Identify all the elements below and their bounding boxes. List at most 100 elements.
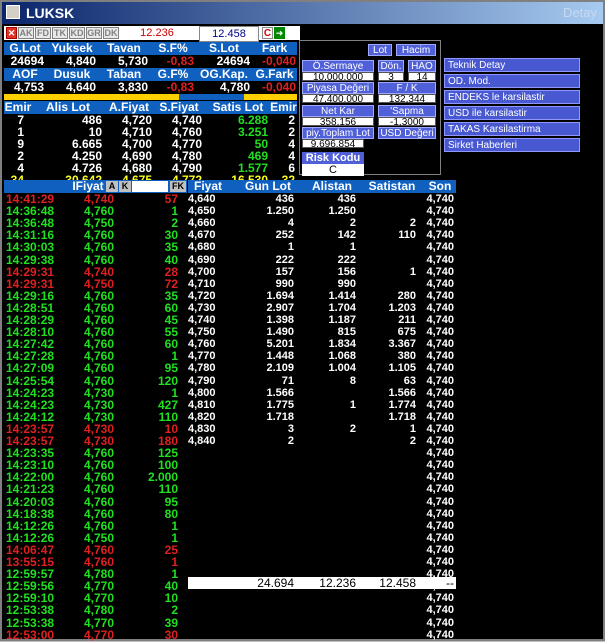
don-label[interactable]: Dön. bbox=[378, 60, 404, 72]
price-fiyat: 4,750 bbox=[188, 326, 216, 339]
trade-price: 4,770 bbox=[83, 627, 114, 642]
trade-row[interactable]: 14:18:38 4,760 80 bbox=[6, 508, 186, 520]
usd-button[interactable]: USD Değeri bbox=[378, 127, 436, 139]
price-row[interactable]: 4,800 1.566 1.566 4,740 bbox=[188, 387, 456, 399]
price-alistan: 1.704 bbox=[328, 301, 356, 314]
price-son: 4,740 bbox=[426, 386, 454, 399]
menu-usd[interactable]: USD ile karsilastir bbox=[444, 106, 580, 120]
fk-label[interactable]: F / K bbox=[378, 82, 436, 94]
price-row[interactable]: 4,840 2 2 4,740 bbox=[188, 435, 456, 447]
toolbar-gr-button[interactable]: GR bbox=[86, 27, 102, 39]
menu-takas[interactable]: TAKAS Karsilastirma bbox=[444, 122, 580, 136]
trade-row[interactable]: 14:24:12 4,730 110 bbox=[6, 411, 186, 423]
price-row[interactable]: 4,760 5.201 1.834 3.367 4,740 bbox=[188, 338, 456, 350]
toolbar-fd-button[interactable]: FD bbox=[35, 27, 51, 39]
price-row[interactable]: 4,640 436 436 4,740 bbox=[188, 193, 456, 205]
menu-endeks[interactable]: ENDEKS le karsilastir bbox=[444, 90, 580, 104]
lot-button[interactable]: Lot bbox=[368, 44, 392, 56]
price-row[interactable]: 4,690 222 222 4,740 bbox=[188, 254, 456, 266]
price-row[interactable]: 4,670 252 142 110 4,740 bbox=[188, 229, 456, 241]
trade-time: 14:29:16 bbox=[6, 288, 55, 303]
trade-row[interactable]: 14:25:54 4,760 120 bbox=[6, 375, 186, 387]
price-row[interactable]: 4,720 1.694 1.414 280 4,740 bbox=[188, 290, 456, 302]
netkar-label[interactable]: Net Kar bbox=[302, 105, 374, 117]
price-row[interactable]: 4,740 1.398 1.187 211 4,740 bbox=[188, 314, 456, 326]
satistan-header: Satistan bbox=[368, 179, 416, 193]
toolbar-dk-button[interactable]: DK bbox=[103, 27, 119, 39]
price-fiyat: 4,780 bbox=[188, 362, 216, 375]
title-bar[interactable]: LUKSK Detay bbox=[2, 2, 603, 24]
trade-row[interactable]: 14:29:31 4,750 72 bbox=[6, 278, 186, 290]
price-gunlot: 1 bbox=[287, 241, 294, 254]
fk-button[interactable]: FK bbox=[170, 181, 186, 192]
price-row[interactable]: 4,750 1.490 815 675 4,740 bbox=[188, 326, 456, 338]
filter-input[interactable] bbox=[132, 181, 168, 192]
k-sort-button[interactable]: K bbox=[119, 181, 131, 192]
trade-lot: 72 bbox=[164, 276, 178, 291]
trade-time: 14:29:38 bbox=[6, 252, 55, 267]
price-scroll-gap bbox=[456, 180, 464, 637]
a-sort-button[interactable]: A bbox=[106, 181, 118, 192]
sapma-label[interactable]: 'Sapma bbox=[378, 105, 436, 117]
trade-row[interactable]: 14:20:03 4,760 95 bbox=[6, 496, 186, 508]
piytoplam-label[interactable]: piy.Toplam Lot bbox=[302, 127, 374, 139]
menu-sirket-haberleri[interactable]: Sirket Haberleri bbox=[444, 138, 580, 152]
c-button[interactable]: C bbox=[262, 27, 273, 39]
buy-volume-value: 12.236 bbox=[140, 27, 174, 39]
trade-row[interactable]: 14:30:03 4,760 35 bbox=[6, 241, 186, 253]
hacim-button[interactable]: Hacim bbox=[396, 44, 436, 56]
menu-teknik-detay[interactable]: Teknik Detay bbox=[444, 58, 580, 72]
trade-row[interactable]: 14:24:23 4,730 1 bbox=[6, 387, 186, 399]
trade-row[interactable]: 12:53:38 4,770 39 bbox=[6, 617, 186, 629]
price-row[interactable]: 4,700 157 156 1 4,740 bbox=[188, 266, 456, 278]
trade-row[interactable]: 14:12:26 4,750 1 bbox=[6, 532, 186, 544]
price-son: 4,740 bbox=[426, 604, 454, 617]
trade-price: 4,760 bbox=[83, 506, 114, 521]
osermaye-label[interactable]: Ö.Sermaye bbox=[302, 60, 374, 72]
trade-row[interactable]: 14:29:16 4,760 35 bbox=[6, 290, 186, 302]
close-icon[interactable]: ✕ bbox=[6, 27, 17, 39]
price-alistan: 1.414 bbox=[328, 289, 356, 302]
toolbar-ak-button[interactable]: AK bbox=[18, 27, 34, 39]
trade-lot: 40 bbox=[164, 252, 178, 267]
arrow-right-icon[interactable]: ➜ bbox=[274, 27, 285, 39]
price-row[interactable]: 4,780 2.109 1.004 1.105 4,740 bbox=[188, 362, 456, 374]
price-fiyat: 4,710 bbox=[188, 277, 216, 290]
trade-row[interactable]: 14:12:26 4,760 1 bbox=[6, 520, 186, 532]
price-row[interactable]: 4,730 2.907 1.704 1.203 4,740 bbox=[188, 302, 456, 314]
price-fiyat: 4,730 bbox=[188, 301, 216, 314]
trade-row[interactable]: 14:27:09 4,760 95 bbox=[6, 362, 186, 374]
detail-label[interactable]: Detay bbox=[563, 2, 597, 24]
price-row[interactable]: 4,770 1.448 1.068 380 4,740 bbox=[188, 350, 456, 362]
menu-od-mod[interactable]: OD. Mod. bbox=[444, 74, 580, 88]
trade-row[interactable]: 14:29:38 4,760 40 bbox=[6, 254, 186, 266]
trade-price: 4,760 bbox=[83, 288, 114, 303]
total-alistan: 12.236 bbox=[319, 576, 356, 590]
trade-row[interactable]: 14:29:31 4,740 28 bbox=[6, 266, 186, 278]
price-row[interactable]: 4,790 71 8 63 4,740 bbox=[188, 375, 456, 387]
price-gunlot: 157 bbox=[275, 265, 294, 278]
price-row[interactable]: 4,650 1.250 1.250 4,740 bbox=[188, 205, 456, 217]
trade-price: 4,740 bbox=[83, 264, 114, 279]
price-row[interactable]: 4,680 1 1 4,740 bbox=[188, 241, 456, 253]
price-alistan: 8 bbox=[349, 374, 356, 387]
price-row[interactable]: 4,710 990 990 4,740 bbox=[188, 278, 456, 290]
risk-label[interactable]: Risk Kodu bbox=[302, 152, 364, 164]
piyasa-label[interactable]: Piyasa Değeri bbox=[302, 82, 374, 94]
price-row[interactable]: 4,660 4 2 2 4,740 bbox=[188, 217, 456, 229]
price-son: 4,740 bbox=[426, 193, 454, 205]
price-satistan: 2 bbox=[409, 217, 416, 230]
trade-row[interactable]: 12:53:00 4,770 30 bbox=[6, 629, 186, 641]
trade-row[interactable]: 12:53:38 4,780 2 bbox=[6, 604, 186, 616]
price-row[interactable]: 4,830 3 2 1 4,740 bbox=[188, 423, 456, 435]
trade-time: 14:24:23 bbox=[6, 397, 55, 412]
fiyat-header: Fiyat bbox=[193, 179, 222, 193]
toolbar-tk-button[interactable]: TK bbox=[52, 27, 68, 39]
price-satistan: 675 bbox=[397, 326, 416, 339]
trade-row[interactable]: 14:24:23 4,730 427 bbox=[6, 399, 186, 411]
price-row[interactable]: 4,820 1.718 1.718 4,740 bbox=[188, 411, 456, 423]
hao-label[interactable]: HAO bbox=[408, 60, 436, 72]
toolbar-kd-button[interactable]: KD bbox=[69, 27, 85, 39]
price-row[interactable]: 4,810 1.775 1 1.774 4,740 bbox=[188, 399, 456, 411]
trade-row[interactable]: 14:21:23 4,760 110 bbox=[6, 483, 186, 495]
